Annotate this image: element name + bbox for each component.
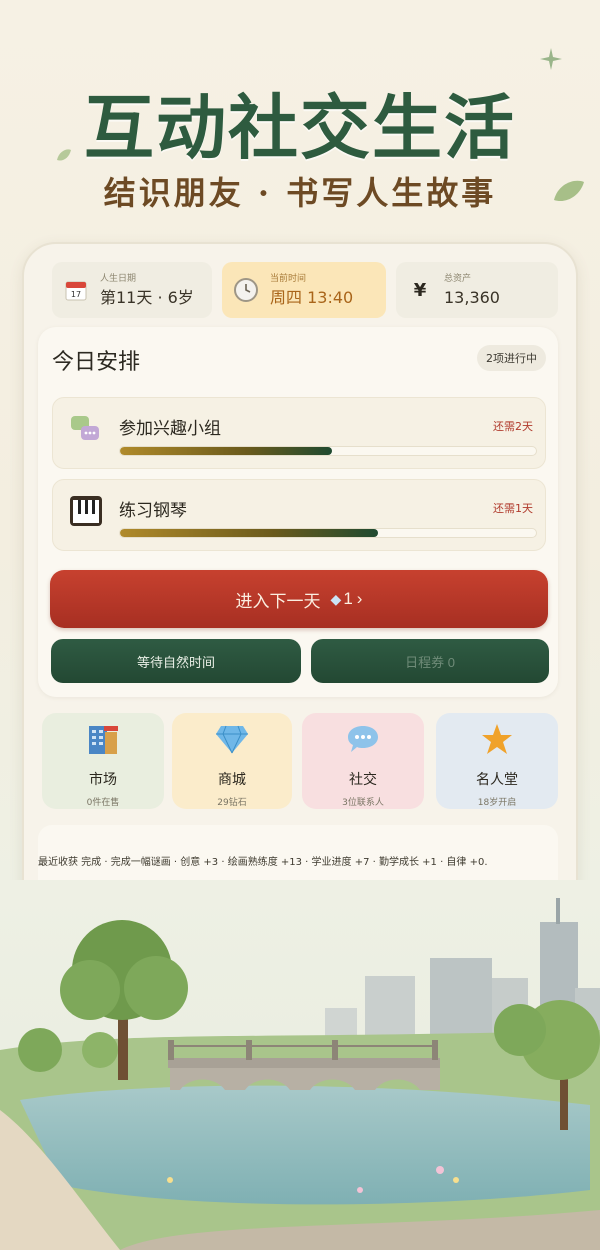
- chat-bubble-icon: [345, 721, 381, 757]
- task-remaining: 还需2天: [493, 420, 533, 433]
- stat-value: 第11天 · 6岁: [100, 288, 194, 307]
- stat-current-time[interactable]: 当前时间 周四 13:40: [222, 262, 386, 318]
- tile-name: 社交: [349, 772, 377, 788]
- diamond-icon: [214, 721, 250, 757]
- task-remaining: 还需1天: [493, 502, 533, 515]
- stat-label: 总资产: [444, 274, 472, 284]
- stat-total-assets: ¥ 总资产 13,360: [396, 262, 558, 318]
- next-day-label: 进入下一天: [235, 591, 321, 611]
- tile-sub: 0件在售: [86, 798, 120, 808]
- calendar-icon: 17: [62, 276, 90, 304]
- next-day-button[interactable]: 进入下一天 ◆ 1 ›: [50, 570, 548, 628]
- stat-label: 人生日期: [100, 274, 137, 284]
- task-item[interactable]: 参加兴趣小组 还需2天: [52, 397, 546, 469]
- stat-label: 当前时间: [270, 274, 307, 284]
- chevron-right-icon: ›: [356, 589, 363, 608]
- wait-natural-time-button[interactable]: 等待自然时间: [51, 639, 301, 683]
- task-progress-bar: [119, 528, 537, 538]
- piano-icon: [69, 494, 103, 528]
- tile-hall-of-fame[interactable]: 名人堂 18岁开启: [436, 713, 558, 809]
- tile-market[interactable]: 市场 0件在售: [42, 713, 164, 809]
- star-icon: [479, 721, 515, 757]
- tile-name: 名人堂: [476, 772, 518, 788]
- yen-icon: ¥: [413, 279, 427, 301]
- task-progress-fill: [120, 529, 378, 537]
- tile-sub: 18岁开启: [477, 798, 517, 808]
- tile-social[interactable]: 社交 3位联系人: [302, 713, 424, 809]
- tile-name: 市场: [89, 772, 117, 788]
- hero-title: 互动社交生活: [84, 86, 516, 169]
- task-progress-fill: [120, 447, 333, 455]
- task-progress-bar: [119, 446, 537, 456]
- svg-text:17: 17: [71, 290, 81, 299]
- schedule-label: 日程券 0: [405, 654, 455, 670]
- tile-name: 商城: [218, 772, 246, 788]
- task-name: 参加兴趣小组: [119, 419, 221, 439]
- status-badge: 2项进行中: [477, 345, 546, 371]
- diamond-icon: ◆: [330, 590, 342, 607]
- stat-value: 周四 13:40: [270, 288, 354, 307]
- tile-sub: 3位联系人: [342, 798, 384, 808]
- park-illustration: [0, 880, 600, 1250]
- schedule-ticket-button[interactable]: 日程券 0: [311, 639, 549, 683]
- stat-life-date: 17 人生日期 第11天 · 6岁: [52, 262, 212, 318]
- wait-label: 等待自然时间: [136, 654, 215, 670]
- panel-title: 今日安排: [52, 350, 141, 375]
- chat-group-icon: [69, 412, 103, 446]
- building-icon: [85, 721, 121, 757]
- harvest-text: 最近收获 完成 · 完成一幅谜画 · 创意 +3 · 绘画熟练度 +13 · 学…: [38, 857, 488, 868]
- stat-value: 13,360: [444, 288, 500, 307]
- task-name: 练习钢琴: [119, 501, 187, 521]
- tile-sub: 29钻石: [217, 798, 247, 808]
- clock-icon: [232, 276, 260, 304]
- next-day-cost: 1: [343, 589, 353, 608]
- task-item[interactable]: 练习钢琴 还需1天: [52, 479, 546, 551]
- hero-subtitle: 结识朋友 · 书写人生故事: [103, 174, 497, 212]
- tile-shop[interactable]: 商城 29钻石: [172, 713, 292, 809]
- leaf-icon: [540, 48, 562, 70]
